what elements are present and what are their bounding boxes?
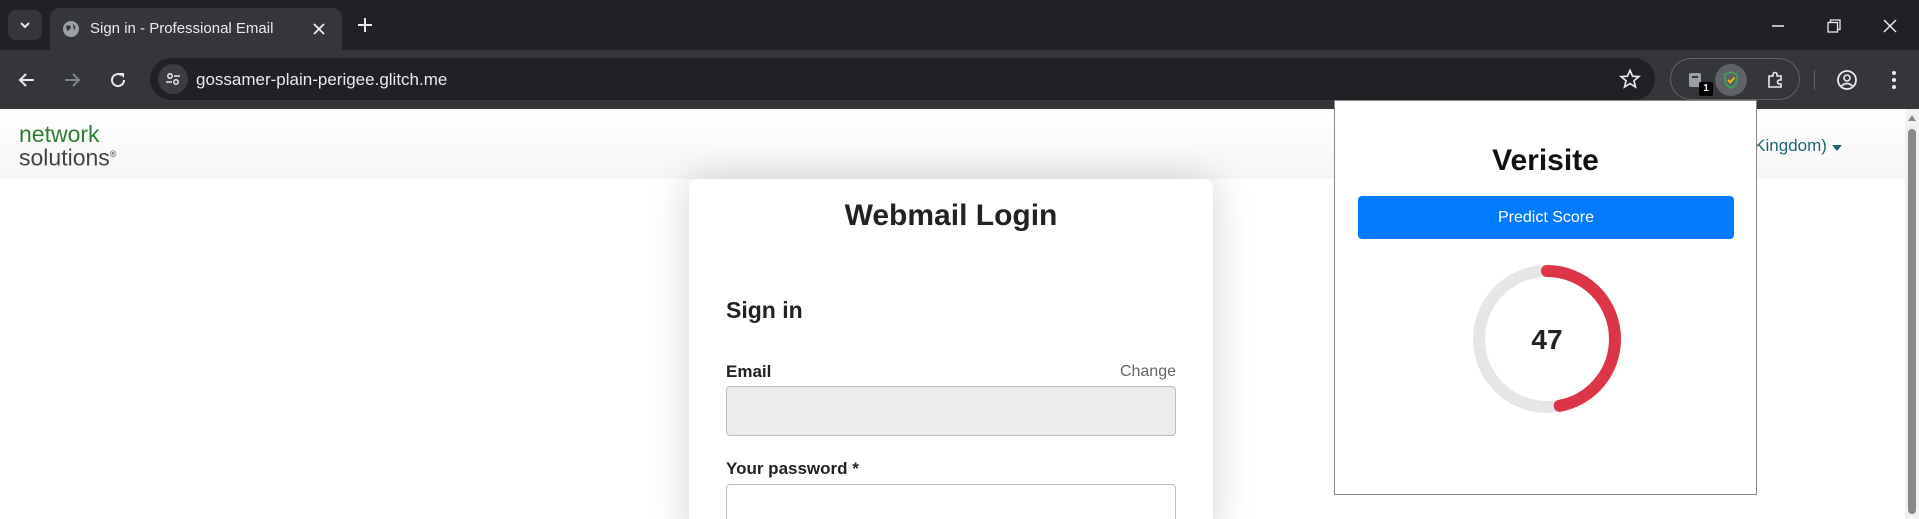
logo-line2-text: solutions xyxy=(19,144,110,171)
browser-menu-button[interactable] xyxy=(1879,65,1909,95)
restore-button[interactable] xyxy=(1822,14,1846,38)
plus-icon xyxy=(358,18,372,32)
url-text[interactable]: gossamer-plain-perigee.glitch.me xyxy=(196,70,447,90)
bookmark-star-icon[interactable] xyxy=(1619,68,1641,90)
restore-icon xyxy=(1827,19,1841,33)
extension-badge: 1 xyxy=(1699,82,1713,96)
logo-line2: solutions® xyxy=(19,144,117,171)
address-bar[interactable]: gossamer-plain-perigee.glitch.me xyxy=(150,58,1655,100)
account-circle-icon xyxy=(1837,70,1857,90)
extensions-group: 1 xyxy=(1670,58,1800,100)
change-email-link[interactable]: Change xyxy=(1120,363,1176,381)
password-label: Your password * xyxy=(726,459,859,478)
minimize-button[interactable] xyxy=(1766,14,1790,38)
forward-button[interactable] xyxy=(57,65,87,95)
shield-check-icon xyxy=(1724,71,1738,89)
tab-title: Sign in - Professional Email xyxy=(90,20,274,37)
tab-search-button[interactable] xyxy=(8,10,42,40)
sign-in-heading: Sign in xyxy=(726,297,803,323)
extensions-menu-button[interactable] xyxy=(1759,64,1791,96)
tab-close-button[interactable] xyxy=(308,18,330,40)
toolbar-divider xyxy=(1814,70,1815,90)
extension-button[interactable]: 1 xyxy=(1679,64,1713,96)
score-value: 47 xyxy=(1531,324,1562,355)
reload-icon xyxy=(111,73,126,88)
tune-icon xyxy=(166,73,180,85)
email-label: Email xyxy=(726,362,772,381)
network-solutions-logo[interactable]: network solutions® xyxy=(19,121,117,171)
more-vertical-icon xyxy=(1892,71,1896,89)
close-icon xyxy=(313,23,325,35)
scroll-up-arrow[interactable] xyxy=(1908,115,1916,121)
login-card: Webmail Login Sign in Email Change Your … xyxy=(689,179,1213,519)
arrow-right-icon xyxy=(65,73,81,87)
profile-button[interactable] xyxy=(1832,65,1862,95)
score-gauge: 47 xyxy=(1473,265,1621,413)
verisite-popup: Verisite Predict Score 47 xyxy=(1334,100,1757,495)
verisite-extension-button[interactable] xyxy=(1715,64,1747,96)
card-title: Webmail Login xyxy=(844,199,1058,232)
logo-line1: network xyxy=(19,121,100,147)
site-info-button[interactable] xyxy=(158,64,188,94)
active-tab[interactable]: Sign in - Professional Email xyxy=(50,8,342,50)
predict-score-button[interactable]: Predict Score xyxy=(1358,196,1734,239)
close-window-button[interactable] xyxy=(1878,14,1902,38)
new-tab-button[interactable] xyxy=(352,12,378,38)
email-field[interactable] xyxy=(726,386,1176,436)
scroll-thumb[interactable] xyxy=(1908,129,1916,514)
password-field[interactable] xyxy=(726,484,1176,519)
logo-registered-mark: ® xyxy=(109,149,117,159)
browser-tab-bar: Sign in - Professional Email xyxy=(0,0,1919,50)
reload-button[interactable] xyxy=(103,65,133,95)
popup-title: Verisite xyxy=(1492,144,1599,177)
arrow-left-icon xyxy=(18,73,34,87)
close-icon xyxy=(1883,19,1897,33)
globe-icon xyxy=(63,21,79,37)
back-button[interactable] xyxy=(12,65,42,95)
chevron-down-icon xyxy=(20,22,30,29)
caret-down-icon xyxy=(1831,145,1842,151)
minimize-icon xyxy=(1772,25,1784,27)
puzzle-icon xyxy=(1768,71,1782,88)
page-scrollbar[interactable] xyxy=(1905,109,1919,519)
